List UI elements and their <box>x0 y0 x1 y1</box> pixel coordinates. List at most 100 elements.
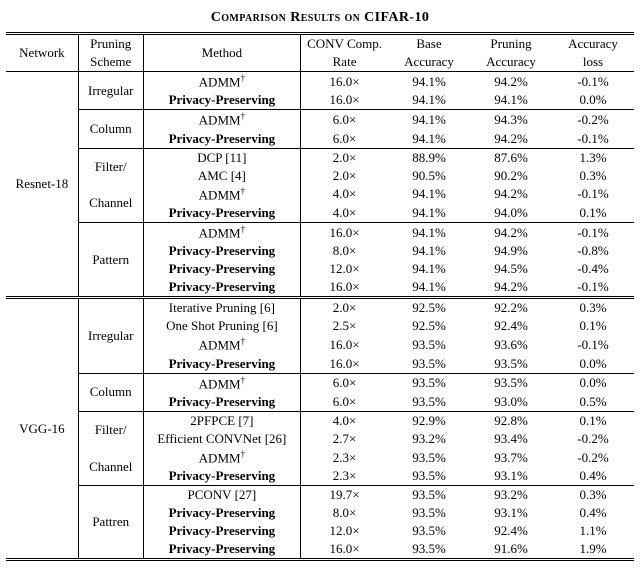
loss-cell: 0.4% <box>552 504 634 522</box>
method-cell: Privacy-Preserving <box>143 260 300 278</box>
rate-cell: 2.7× <box>301 430 388 448</box>
table-row: Column ADMM† 6.0× 93.5% 93.5% 0.0% <box>6 373 634 393</box>
base-cell: 93.5% <box>388 504 470 522</box>
base-cell: 93.5% <box>388 373 470 393</box>
rate-cell: 12.0× <box>301 260 388 278</box>
scheme-cell: Pattren <box>78 486 143 560</box>
prune-cell: 94.2% <box>470 130 552 149</box>
col-header-pruning-l2: Accuracy <box>470 53 552 72</box>
rate-cell: 2.0× <box>301 298 388 318</box>
method-cell: Privacy-Preserving <box>143 522 300 540</box>
loss-cell: -0.8% <box>552 242 634 260</box>
rate-cell: 8.0× <box>301 504 388 522</box>
col-header-acc-l1: Accuracy <box>552 34 634 54</box>
base-cell: 93.5% <box>388 448 470 467</box>
base-cell: 94.1% <box>388 204 470 223</box>
rate-cell: 2.3× <box>301 467 388 486</box>
loss-cell: 0.0% <box>552 355 634 374</box>
rate-cell: 6.0× <box>301 373 388 393</box>
prune-cell: 93.1% <box>470 467 552 486</box>
scheme-cell-l1: Filter/ <box>78 411 143 448</box>
base-cell: 94.1% <box>388 278 470 298</box>
prune-cell: 93.0% <box>470 393 552 412</box>
prune-cell: 93.5% <box>470 373 552 393</box>
prune-cell: 94.1% <box>470 91 552 110</box>
base-cell: 93.5% <box>388 486 470 505</box>
col-header-method: Method <box>143 34 300 72</box>
base-cell: 94.1% <box>388 91 470 110</box>
table-row: Pattern ADMM† 16.0× 94.1% 94.2% -0.1% <box>6 222 634 242</box>
rate-cell: 16.0× <box>301 540 388 560</box>
loss-cell: 0.3% <box>552 167 634 185</box>
loss-cell: -0.4% <box>552 260 634 278</box>
method-cell: Privacy-Preserving <box>143 467 300 486</box>
prune-cell: 87.6% <box>470 148 552 167</box>
loss-cell: 1.1% <box>552 522 634 540</box>
base-cell: 93.5% <box>388 540 470 560</box>
method-cell: ADMM† <box>143 185 300 204</box>
prune-cell: 92.8% <box>470 411 552 430</box>
base-cell: 93.2% <box>388 430 470 448</box>
scheme-cell: Pattern <box>78 222 143 297</box>
base-cell: 94.1% <box>388 110 470 130</box>
table-row: VGG-16 Irregular Iterative Pruning [6] 2… <box>6 298 634 318</box>
method-cell: Privacy-Preserving <box>143 130 300 149</box>
base-cell: 90.5% <box>388 167 470 185</box>
method-cell: 2PFPCE [7] <box>143 411 300 430</box>
rate-cell: 2.3× <box>301 448 388 467</box>
loss-cell: -0.1% <box>552 185 634 204</box>
rate-cell: 16.0× <box>301 91 388 110</box>
loss-cell: 0.1% <box>552 204 634 223</box>
loss-cell: -0.1% <box>552 222 634 242</box>
base-cell: 88.9% <box>388 148 470 167</box>
prune-cell: 94.0% <box>470 204 552 223</box>
table-row: Column ADMM† 6.0× 94.1% 94.3% -0.2% <box>6 110 634 130</box>
method-cell: Efficient CONVNet [26] <box>143 430 300 448</box>
method-cell: Privacy-Preserving <box>143 393 300 412</box>
prune-cell: 93.6% <box>470 335 552 354</box>
base-cell: 93.5% <box>388 522 470 540</box>
rate-cell: 6.0× <box>301 130 388 149</box>
base-cell: 94.1% <box>388 72 470 92</box>
scheme-cell: Column <box>78 373 143 411</box>
table-row: Filter/ DCP [11] 2.0× 88.9% 87.6% 1.3% <box>6 148 634 167</box>
method-cell: Privacy-Preserving <box>143 540 300 560</box>
prune-cell: 94.2% <box>470 278 552 298</box>
loss-cell: -0.1% <box>552 72 634 92</box>
col-header-network: Network <box>6 34 78 72</box>
prune-cell: 91.6% <box>470 540 552 560</box>
base-cell: 93.5% <box>388 335 470 354</box>
table-row: Channel ADMM† 2.3× 93.5% 93.7% -0.2% <box>6 448 634 467</box>
prune-cell: 92.4% <box>470 317 552 335</box>
method-cell: One Shot Pruning [6] <box>143 317 300 335</box>
method-cell: ADMM† <box>143 222 300 242</box>
col-header-conv-l2: Rate <box>301 53 388 72</box>
prune-cell: 93.1% <box>470 504 552 522</box>
table-row: Channel ADMM† 4.0× 94.1% 94.2% -0.1% <box>6 185 634 204</box>
results-table: Network Pruning Method CONV Comp. Base P… <box>6 32 634 561</box>
col-header-base-l1: Base <box>388 34 470 54</box>
rate-cell: 4.0× <box>301 411 388 430</box>
base-cell: 92.9% <box>388 411 470 430</box>
col-header-scheme-l1: Pruning <box>78 34 143 54</box>
loss-cell: -0.1% <box>552 278 634 298</box>
col-header-acc-l2: loss <box>552 53 634 72</box>
prune-cell: 93.2% <box>470 486 552 505</box>
scheme-cell-l2: Channel <box>78 185 143 223</box>
prune-cell: 92.4% <box>470 522 552 540</box>
prune-cell: 93.7% <box>470 448 552 467</box>
network-cell: VGG-16 <box>6 298 78 560</box>
prune-cell: 93.5% <box>470 355 552 374</box>
prune-cell: 93.4% <box>470 430 552 448</box>
base-cell: 94.1% <box>388 242 470 260</box>
rate-cell: 16.0× <box>301 222 388 242</box>
loss-cell: 1.3% <box>552 148 634 167</box>
base-cell: 93.5% <box>388 393 470 412</box>
scheme-cell: Column <box>78 110 143 148</box>
loss-cell: 0.4% <box>552 467 634 486</box>
method-cell: Privacy-Preserving <box>143 91 300 110</box>
rate-cell: 2.0× <box>301 148 388 167</box>
rate-cell: 12.0× <box>301 522 388 540</box>
base-cell: 94.1% <box>388 260 470 278</box>
loss-cell: 0.0% <box>552 91 634 110</box>
